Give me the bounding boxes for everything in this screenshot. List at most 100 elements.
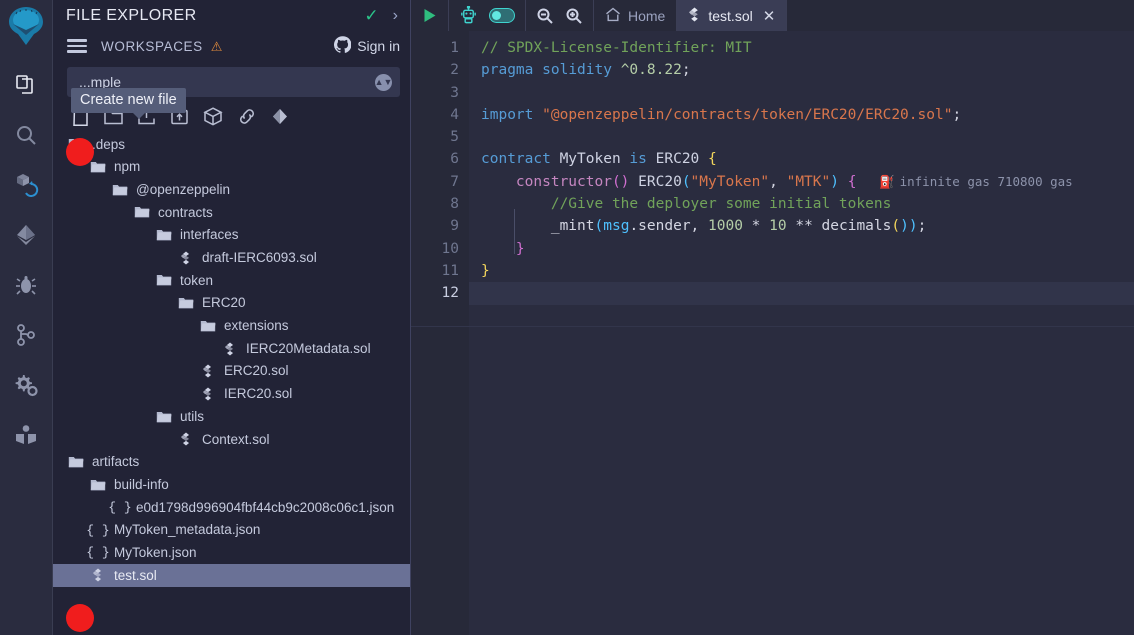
signin-label: Sign in: [357, 38, 400, 54]
tree-item-label: .deps: [92, 136, 126, 152]
tree-item-label: e0d1798d996904fbf44cb9c2008c06c1.json: [136, 499, 395, 515]
run-script-button[interactable]: [421, 7, 438, 24]
line-number: 9: [450, 218, 459, 235]
line-number: 7: [450, 173, 459, 190]
github-signin-button[interactable]: Sign in: [334, 36, 400, 56]
tree-item-e0d1798d996904fbf44cb9c2008c06c1-json[interactable]: { } e0d1798d996904fbf44cb9c2008c06c1.json: [53, 496, 410, 519]
tab-home[interactable]: Home: [594, 0, 678, 31]
tree-item-utils[interactable]: utils: [53, 405, 410, 428]
solidity-compiler-icon[interactable]: [0, 160, 53, 210]
tree-item-label: utils: [180, 408, 205, 424]
tree-item-token[interactable]: token: [53, 269, 410, 292]
tree-item-extensions[interactable]: extensions: [53, 315, 410, 338]
left-icon-bar: [0, 0, 53, 635]
tree-item-test-sol[interactable]: test.sol: [53, 564, 410, 587]
folder-icon: [67, 455, 85, 469]
json-file-icon: { }: [86, 522, 110, 538]
tree-item-build-info[interactable]: build-info: [53, 473, 410, 496]
tree-item--openzeppelin[interactable]: @openzeppelin: [53, 178, 410, 201]
git-icon[interactable]: [0, 310, 53, 360]
editor-pane: Home test.sol ✕ 1 2 3 4 5 6 7 8 9 10 11 12: [411, 0, 1134, 635]
close-icon[interactable]: ✕: [763, 7, 776, 25]
zoom-in-button[interactable]: [565, 7, 583, 25]
chevron-right-icon[interactable]: ›: [393, 7, 398, 24]
folder-icon: [155, 410, 173, 424]
folder-icon: [89, 160, 107, 174]
tree-item-label: npm: [114, 159, 141, 175]
tree-item-draft-ierc6093-sol[interactable]: draft-IERC6093.sol: [53, 246, 410, 269]
search-icon[interactable]: [0, 110, 53, 160]
chevron-updown-icon: ▲▼: [375, 73, 392, 91]
file-explorer-panel: FILE EXPLORER ✓ › WORKSPACES ⚠ Sign in .…: [53, 0, 411, 635]
zoom-group: [526, 0, 594, 31]
code-line-2: pragma solidity ^0.8.22;: [481, 62, 691, 79]
tree-item-npm[interactable]: npm: [53, 156, 410, 179]
solidity-file-icon: [199, 387, 217, 401]
debugger-icon[interactable]: [0, 260, 53, 310]
tree-item-erc20-sol[interactable]: ERC20.sol: [53, 360, 410, 383]
tree-item-label: Context.sol: [202, 431, 270, 447]
editor-toolbar: Home test.sol ✕: [411, 0, 1134, 31]
line-number: 11: [441, 262, 459, 279]
page-title: FILE EXPLORER: [66, 6, 197, 24]
git-init-button[interactable]: [270, 106, 290, 127]
tree-item-ierc20metadata-sol[interactable]: IERC20Metadata.sol: [53, 337, 410, 360]
file-explorer-icon[interactable]: [0, 60, 53, 110]
remix-ai-robot-icon[interactable]: [459, 6, 478, 25]
file-tree: .deps npm @openzeppelin contracts interfaces…: [53, 131, 410, 587]
check-icon[interactable]: ✓: [364, 7, 378, 24]
tab-test-sol[interactable]: test.sol ✕: [677, 0, 788, 31]
folder-icon: [111, 183, 129, 197]
line-number: 6: [450, 151, 459, 168]
home-icon: [605, 7, 621, 25]
tree-item-label: contracts: [158, 204, 213, 220]
tree-item-interfaces[interactable]: interfaces: [53, 224, 410, 247]
deploy-run-icon[interactable]: [0, 210, 53, 260]
hamburger-menu-icon[interactable]: [67, 39, 87, 53]
cursor-dot-file: [66, 604, 94, 632]
workspaces-label: WORKSPACES: [101, 38, 203, 54]
editor-divider: [411, 326, 1134, 327]
tree-item-label: test.sol: [114, 567, 157, 583]
tree-item--deps[interactable]: .deps: [53, 133, 410, 156]
tree-item-erc20[interactable]: ERC20: [53, 292, 410, 315]
zoom-out-button[interactable]: [536, 7, 554, 25]
tree-item-label: MyToken.json: [114, 544, 197, 560]
tree-item-ierc20-sol[interactable]: IERC20.sol: [53, 383, 410, 406]
line-number: 5: [450, 129, 459, 146]
code-line-10: }: [515, 240, 525, 257]
tree-item-mytoken-json[interactable]: { } MyToken.json: [53, 541, 410, 564]
tree-item-label: draft-IERC6093.sol: [202, 250, 317, 266]
code-editor[interactable]: 1 2 3 4 5 6 7 8 9 10 11 12 // SPDX-License-Identifi…: [411, 31, 1134, 635]
cursor-dot-toolbar: [66, 138, 94, 166]
line-number: 1: [450, 40, 459, 56]
folder-icon: [199, 319, 217, 333]
tree-item-label: interfaces: [180, 227, 239, 243]
ai-toggle-switch[interactable]: [489, 8, 515, 23]
tree-item-mytoken-metadata-json[interactable]: { } MyToken_metadata.json: [53, 519, 410, 542]
learneth-icon[interactable]: [0, 410, 53, 460]
tree-item-label: IERC20Metadata.sol: [246, 340, 371, 356]
connect-link-button[interactable]: [236, 106, 258, 127]
code-line-8: //Give the deployer some initial tokens: [550, 196, 892, 213]
remix-logo[interactable]: [0, 0, 53, 52]
folder-icon: [89, 478, 107, 492]
tooltip-create-new-file: Create new file: [71, 88, 186, 119]
plugin-manager-icon[interactable]: [0, 360, 53, 410]
ai-group: [449, 0, 526, 31]
tree-item-contracts[interactable]: contracts: [53, 201, 410, 224]
folder-icon: [133, 205, 151, 219]
tree-item-context-sol[interactable]: Context.sol: [53, 428, 410, 451]
warning-icon[interactable]: ⚠: [211, 40, 223, 53]
folder-icon: [155, 273, 173, 287]
tab-test-sol-label: test.sol: [708, 7, 753, 24]
solidity-file-icon: [89, 568, 107, 582]
line-number: 8: [450, 196, 459, 213]
line-number: 3: [450, 84, 459, 101]
package-button[interactable]: [202, 106, 224, 127]
code-line-11: }: [481, 262, 490, 279]
remix-ide-window: FILE EXPLORER ✓ › WORKSPACES ⚠ Sign in .…: [0, 0, 1134, 635]
tree-item-artifacts[interactable]: artifacts: [53, 451, 410, 474]
code-content[interactable]: // SPDX-License-Identifier: MIT pragma s…: [469, 31, 1134, 635]
